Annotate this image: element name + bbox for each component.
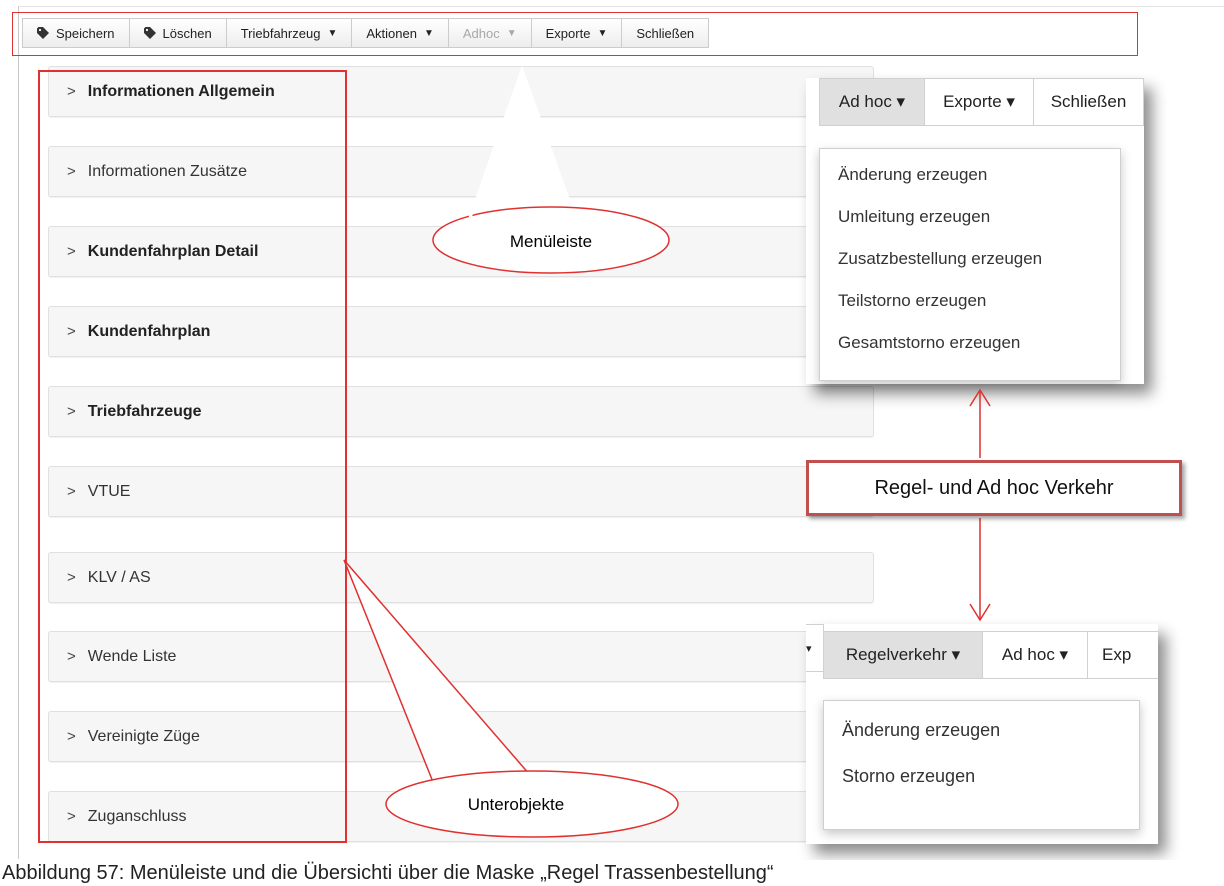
sub-callout-label: Unterobjekte bbox=[468, 795, 564, 814]
menu-callout-label: Menüleiste bbox=[510, 232, 592, 251]
traffic-type-note: Regel- und Ad hoc Verkehr bbox=[806, 460, 1182, 516]
callout-pointer bbox=[469, 67, 571, 219]
annotation-layer: Menüleiste Unterobjekte bbox=[343, 65, 991, 838]
callout-pointer bbox=[343, 559, 531, 783]
figure-caption: Abbildung 57: Menüleiste und die Übersic… bbox=[0, 860, 1224, 886]
